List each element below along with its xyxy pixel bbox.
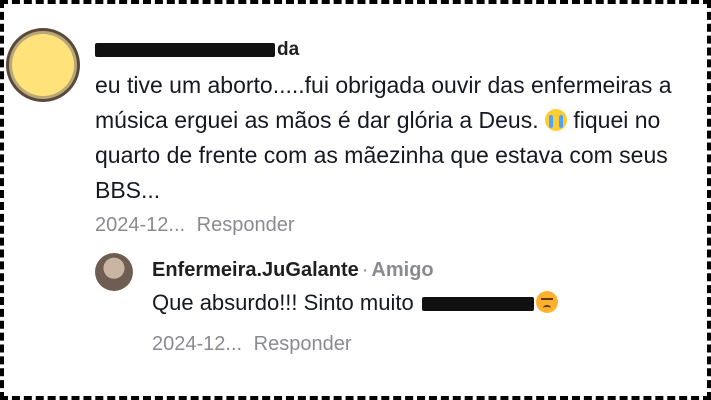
reply-meta: 2024-12... Responder: [152, 333, 351, 356]
comment-meta: 2024-12... Responder: [95, 214, 294, 237]
comment-date: 2024-12...: [95, 214, 186, 236]
redaction-bar: [421, 297, 534, 312]
reply-date: 2024-12...: [152, 333, 243, 355]
comment: da eu tive um aborto.....fui obrigada ou…: [4, 4, 707, 396]
reply-text-prefix: Que absurdo!!! Sinto muito: [152, 290, 414, 315]
redaction-bar: [95, 42, 275, 57]
screenshot-frame: da eu tive um aborto.....fui obrigada ou…: [0, 0, 711, 400]
reply-username[interactable]: Enfermeira.JuGalante: [152, 259, 359, 281]
avatar[interactable]: [12, 34, 74, 96]
separator-dot: ·: [361, 259, 369, 281]
reply-button[interactable]: Responder: [254, 333, 352, 355]
reply-username-line: Enfermeira.JuGalante · Amigo: [152, 258, 434, 282]
friend-badge: Amigo: [371, 259, 434, 281]
username-visible-suffix: da: [277, 39, 300, 60]
comment-text: eu tive um aborto.....fui obrigada ouvir…: [95, 68, 700, 208]
reply-avatar[interactable]: [95, 253, 133, 291]
sad-face-icon: [535, 291, 558, 313]
crying-face-icon: [545, 109, 567, 131]
reply-text: Que absurdo!!! Sinto muito: [152, 289, 558, 317]
comment-username[interactable]: da: [95, 38, 299, 62]
reply-button[interactable]: Responder: [197, 214, 295, 236]
